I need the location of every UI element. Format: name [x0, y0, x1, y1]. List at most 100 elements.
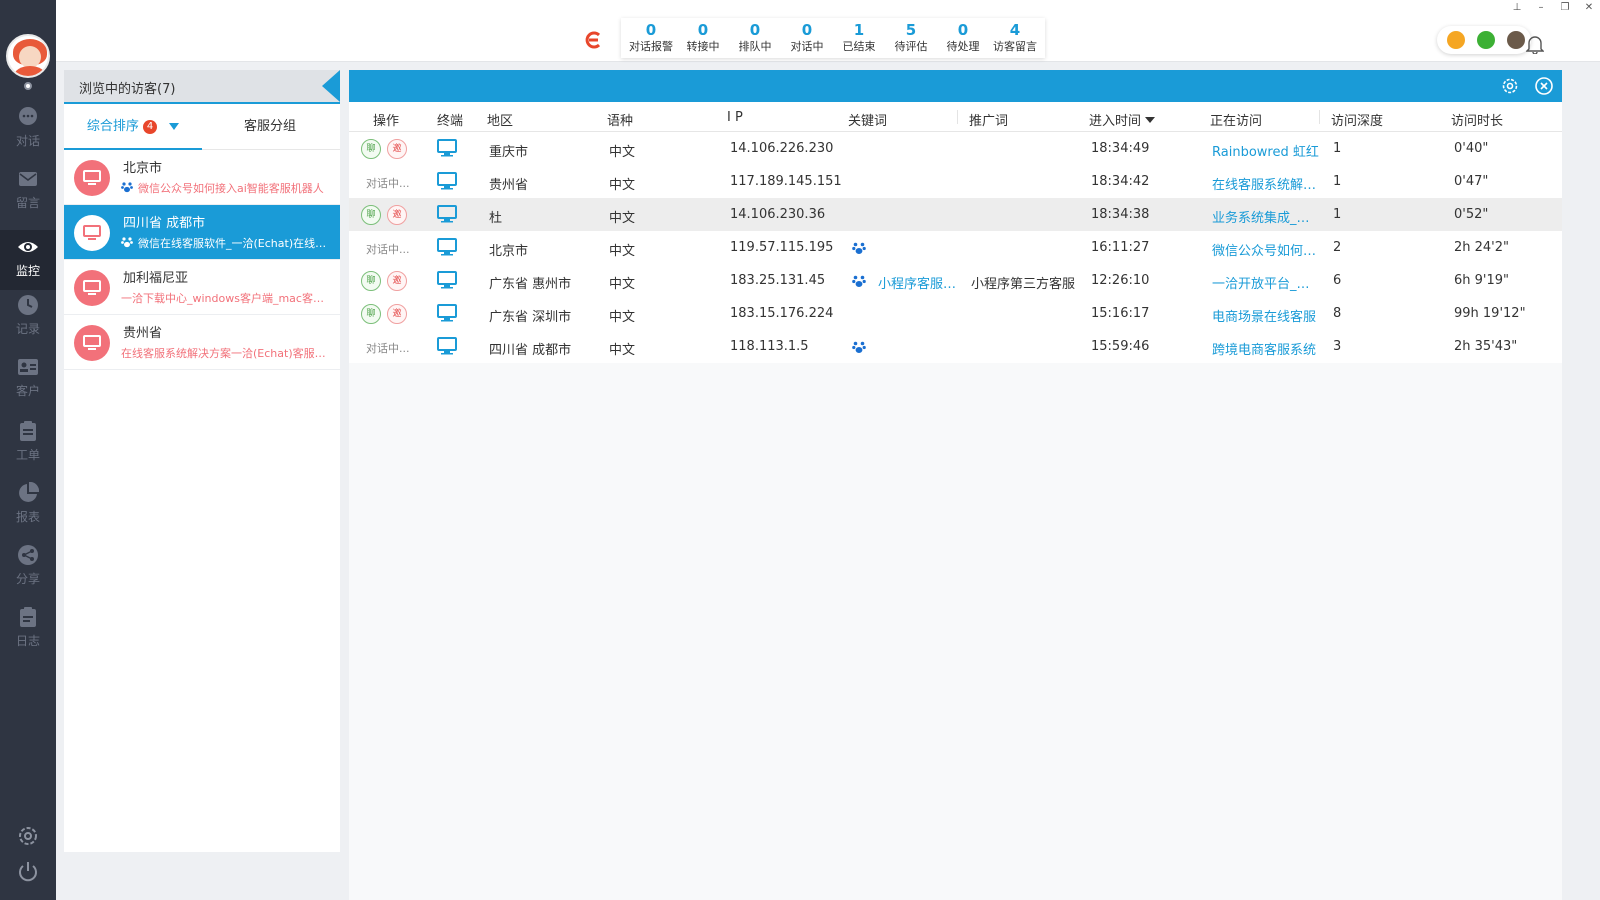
cell-visiting-page[interactable]: 业务系统集成_在线客服: [1212, 207, 1322, 226]
stat-to-evaluate[interactable]: 5 待评估: [885, 18, 937, 58]
visitor-location: 北京市: [123, 161, 163, 176]
invite-button[interactable]: 邀: [387, 304, 407, 324]
cell-ip: 119.57.115.195: [730, 240, 834, 255]
power-icon[interactable]: [16, 860, 40, 884]
nav-item-share[interactable]: 分享: [0, 544, 56, 604]
desktop-terminal-icon: [437, 271, 457, 289]
nav-item-customers[interactable]: 客户: [0, 356, 56, 416]
desktop-terminal-icon: [437, 238, 457, 256]
log-icon: [20, 607, 36, 627]
visitor-item[interactable]: 贵州省 在线客服系统解决方案一洽(Echat)客服系统: [64, 315, 340, 370]
invite-button[interactable]: 邀: [387, 139, 407, 159]
stat-transferring[interactable]: 0 转接中: [677, 18, 729, 58]
baidu-paw-icon: [121, 237, 133, 248]
minimize-icon[interactable]: –: [1534, 2, 1548, 16]
stat-ended[interactable]: 1 已结束: [833, 18, 885, 58]
stat-queueing[interactable]: 0 排队中: [729, 18, 781, 58]
status-counters: 0 对话报警 0 转接中 0 排队中 0 对话中 1 已结束 5 待评估 0 待处理 4 访客留…: [621, 18, 1045, 58]
sort-desc-icon[interactable]: [1145, 117, 1156, 123]
avatar[interactable]: [6, 34, 50, 78]
cell-duration: 2h 35'43": [1454, 339, 1518, 354]
visitor-list-header: 浏览中的访客(7): [64, 70, 340, 102]
cell-visiting-page[interactable]: 跨境电商客服系统: [1212, 339, 1322, 358]
cell-language: 中文: [609, 211, 636, 226]
chevron-down-icon[interactable]: [169, 123, 180, 130]
clock-icon: [18, 295, 38, 315]
chat-button[interactable]: 聊: [361, 271, 381, 291]
chat-button[interactable]: 聊: [361, 304, 381, 324]
cell-visiting-page[interactable]: 一洽开放平台_客服: [1212, 273, 1322, 292]
chat-button[interactable]: 聊: [361, 205, 381, 225]
close-icon[interactable]: [1535, 77, 1553, 95]
collapse-arrow-icon[interactable]: [322, 70, 340, 102]
cell-depth: 2: [1333, 240, 1342, 255]
nav-item-records[interactable]: 记录: [0, 294, 56, 354]
chat-channel-icon[interactable]: [1447, 31, 1465, 49]
restore-icon[interactable]: ❐: [1558, 2, 1572, 16]
nav-item-chat[interactable]: 对话: [0, 106, 56, 166]
col-header-enter-time[interactable]: 进入时间: [1089, 110, 1156, 129]
table-body: 聊邀重庆市 中文 14.106.226.230 18:34:49 Rainbowred …: [349, 132, 1562, 363]
col-header-depth: 访问深度: [1331, 114, 1384, 129]
col-header-keyword: 关键词: [848, 114, 888, 129]
cell-language: 中文: [609, 310, 636, 325]
col-header-terminal: 终端: [437, 114, 464, 129]
cell-visiting-page[interactable]: Rainbowred 虹红: [1212, 141, 1322, 160]
table-row[interactable]: 对话中... 贵州省 中文 117.189.145.151 18:34:42 在线客服系统…: [349, 165, 1562, 198]
cell-visiting-page[interactable]: 电商场景在线客服: [1212, 306, 1322, 325]
cell-visiting-page[interactable]: 在线客服系统解决方案: [1212, 174, 1322, 193]
pin-icon[interactable]: ⊥: [1510, 2, 1524, 16]
stat-visitor-messages[interactable]: 4 访客留言: [989, 18, 1041, 58]
visitor-item[interactable]: 四川省 成都市 微信在线客服软件_一洽(Echat)在线客服系统: [64, 205, 340, 260]
nav-item-monitor[interactable]: 监控: [0, 230, 56, 290]
visitor-page: 微信公众号如何接入ai智能客服机器人: [138, 182, 324, 195]
stat-pending[interactable]: 0 待处理: [937, 18, 989, 58]
stat-in-conversation[interactable]: 0 对话中: [781, 18, 833, 58]
cell-ip: 117.189.145.151: [730, 174, 842, 189]
invite-button[interactable]: 邀: [387, 205, 407, 225]
chat-button[interactable]: 聊: [361, 139, 381, 159]
tab-combined-sort[interactable]: 综合排序 4: [64, 104, 202, 150]
baidu-paw-icon: [852, 340, 866, 354]
table-row[interactable]: 对话中... 北京市 中文 119.57.115.195 16:11:27 微信公众号如何…: [349, 231, 1562, 264]
pie-chart-icon: [19, 482, 39, 502]
profile-photo-icon[interactable]: [1507, 31, 1525, 49]
table-row[interactable]: 聊邀 重庆市 中文 14.106.226.230 18:34:49 Rainbowred …: [349, 132, 1562, 165]
close-window-icon[interactable]: ✕: [1582, 2, 1596, 16]
online-status-icon[interactable]: [24, 82, 32, 90]
nav-item-tickets[interactable]: 工单: [0, 420, 56, 480]
col-header-promo: 推广词: [969, 114, 1009, 129]
visitor-list-title: 浏览中的访客(7): [79, 82, 176, 97]
col-header-ip: I P: [727, 110, 743, 125]
invite-button[interactable]: 邀: [387, 271, 407, 291]
cell-visiting-page[interactable]: 微信公众号如何接入: [1212, 240, 1322, 259]
cell-region: 杜: [489, 211, 503, 226]
user-avatar[interactable]: [6, 34, 50, 78]
table-row[interactable]: 聊邀 杜 中文 14.106.230.36 18:34:38 业务系统集成_在线客服 1 0'…: [349, 198, 1562, 231]
visitor-item[interactable]: 加利福尼亚 一洽下载中心_windows客户端_mac客户端: [64, 260, 340, 315]
nav-label: 记录: [15, 322, 40, 336]
table-row[interactable]: 聊邀 广东省 惠州市 中文 183.25.131.45 小程序客服系统小程序第三方客服 1…: [349, 264, 1562, 297]
wechat-icon[interactable]: [1477, 31, 1495, 49]
stat-alarm[interactable]: 0 对话报警: [625, 18, 677, 58]
table-row[interactable]: 聊邀 广东省 深圳市 中文 183.15.176.224 15:16:17 电商场景在线客…: [349, 297, 1562, 330]
desktop-terminal-icon: [437, 139, 457, 157]
settings-gear-icon[interactable]: [16, 824, 40, 848]
nav-item-logs[interactable]: 日志: [0, 606, 56, 666]
table-panel-header: [349, 70, 1562, 102]
cell-depth: 3: [1333, 339, 1342, 354]
settings-gear-icon[interactable]: [1501, 77, 1519, 95]
cell-region: 重庆市: [489, 145, 529, 160]
cell-enter-time: 15:16:17: [1091, 306, 1150, 321]
tab-service-group[interactable]: 客服分组: [244, 104, 324, 150]
nav-item-reports[interactable]: 报表: [0, 482, 56, 542]
cell-duration: 0'52": [1454, 207, 1489, 222]
cell-keyword[interactable]: 小程序客服系统: [878, 273, 958, 292]
baidu-paw-icon: [121, 182, 133, 193]
nav-item-messages[interactable]: 留言: [0, 168, 56, 228]
monitor-avatar-icon: [74, 215, 110, 251]
nav-label: 对话: [15, 134, 40, 148]
bell-icon[interactable]: [1526, 34, 1544, 54]
visitor-item[interactable]: 北京市 微信公众号如何接入ai智能客服机器人: [64, 150, 340, 205]
table-row[interactable]: 对话中... 四川省 成都市 中文 118.113.1.5 15:59:46 跨境电商客服…: [349, 330, 1562, 363]
